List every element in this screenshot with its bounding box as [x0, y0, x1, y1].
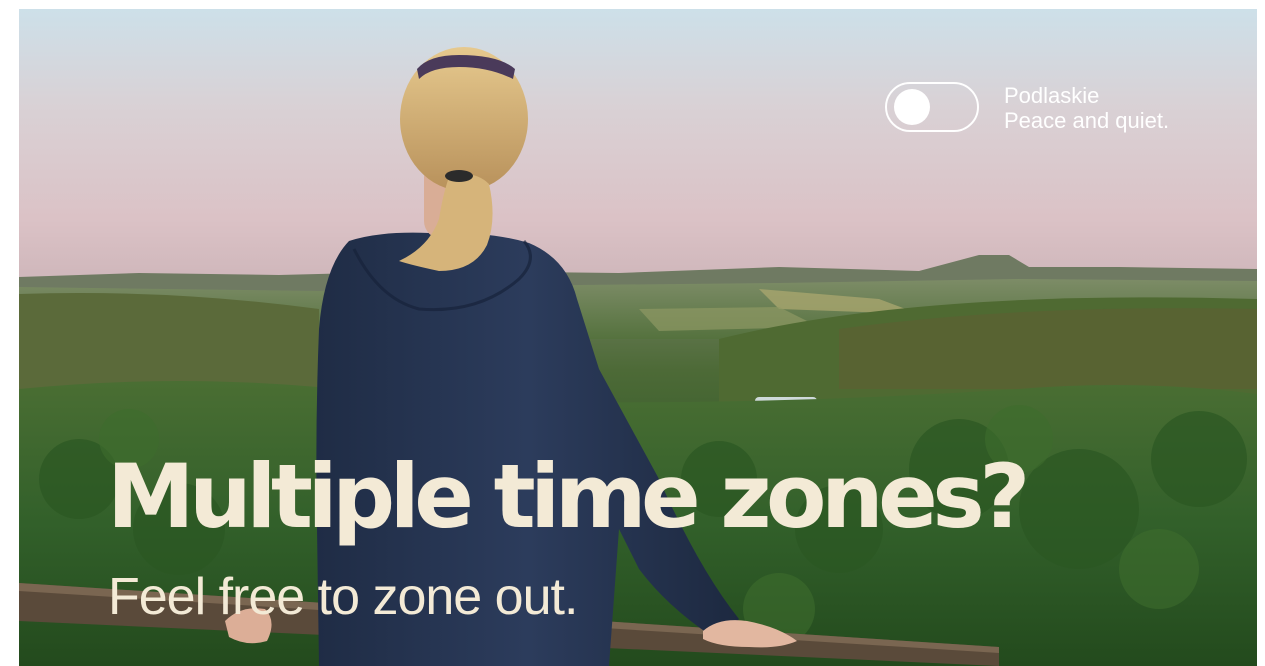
toggle-knob [894, 89, 930, 125]
brand-tagline: Podlaskie Peace and quiet. [1004, 83, 1169, 133]
banner: Podlaskie Peace and quiet. Multiple time… [19, 9, 1257, 666]
headline: Multiple time zones? [107, 445, 1030, 548]
toggle-switch-icon [885, 82, 979, 132]
brand-slogan: Peace and quiet. [1004, 108, 1170, 133]
brand-name: Podlaskie [1004, 83, 1100, 108]
subheadline: Feel free to zone out. [108, 568, 578, 626]
